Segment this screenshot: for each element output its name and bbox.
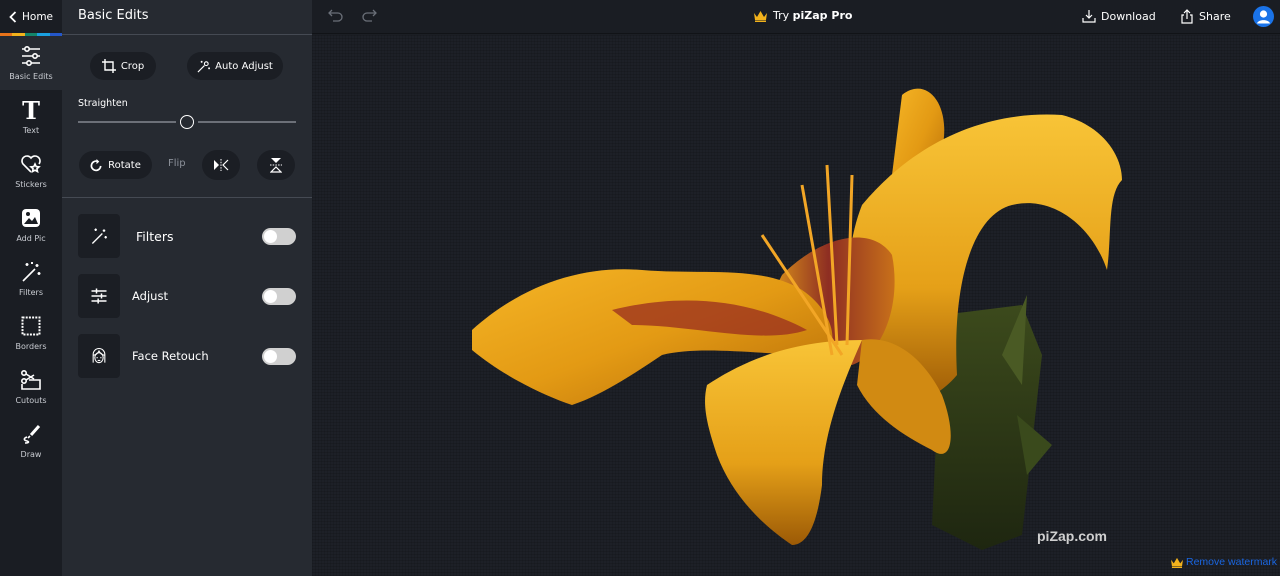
straighten-label: Straighten (78, 98, 128, 109)
tool-row-adjust: Adjust (78, 274, 296, 318)
pizap-editor: Home Basic Edits T Text Stickers Add Pic… (0, 0, 1280, 576)
rotate-label: Rotate (108, 159, 141, 171)
download-label: Download (1101, 9, 1156, 23)
divider (62, 197, 312, 198)
divider (62, 34, 312, 35)
scissors-icon (20, 369, 41, 390)
rail-item-borders[interactable]: Borders (0, 306, 62, 360)
remove-watermark-link[interactable]: Remove watermark (1170, 556, 1277, 568)
flip-vertical-icon (270, 158, 282, 173)
rail-item-add-pic[interactable]: Add Pic (0, 198, 62, 252)
tool-label: Filters (136, 228, 174, 244)
svg-text:T: T (22, 98, 40, 122)
rail-label: Text (22, 126, 40, 135)
download-button[interactable]: Download (1082, 9, 1156, 23)
crop-icon (101, 59, 116, 73)
face-retouch-tool-icon-box[interactable] (78, 334, 120, 378)
left-rail: Home Basic Edits T Text Stickers Add Pic… (0, 0, 63, 576)
auto-adjust-label: Auto Adjust (215, 60, 273, 72)
tool-label: Adjust (132, 289, 168, 303)
try-prefix: Try (773, 9, 793, 22)
user-icon (1257, 10, 1270, 24)
flip-label: Flip (168, 158, 186, 169)
share-icon (1181, 9, 1193, 24)
straighten-track-left[interactable] (78, 121, 176, 123)
crop-button[interactable]: Crop (90, 52, 156, 80)
rotate-button[interactable]: Rotate (79, 151, 152, 179)
try-brand: piZap Pro (792, 9, 853, 22)
rail-item-cutouts[interactable]: Cutouts (0, 360, 62, 414)
auto-adjust-button[interactable]: Auto Adjust (187, 52, 283, 80)
sliders-icon (22, 45, 40, 66)
rail-label: Filters (19, 288, 43, 297)
rail-label: Draw (20, 450, 42, 459)
border-frame-icon (21, 316, 41, 336)
rail-item-draw[interactable]: Draw (0, 414, 62, 468)
share-button[interactable]: Share (1180, 9, 1231, 24)
redo-icon (362, 9, 377, 22)
rail-label: Basic Edits (9, 72, 53, 81)
try-pro-button[interactable]: Try piZap Pro (753, 9, 852, 22)
flip-horizontal-button[interactable] (202, 150, 240, 180)
panel-title: Basic Edits (78, 8, 149, 23)
sliders-icon (91, 288, 107, 304)
home-label: Home (22, 11, 54, 23)
crop-label: Crop (120, 60, 145, 72)
tool-label: Face Retouch (132, 349, 209, 363)
top-bar: Try piZap Pro Download Share (312, 0, 1280, 34)
chevron-left-icon (9, 11, 17, 23)
redo-button[interactable] (361, 8, 377, 27)
rail-label: Cutouts (15, 396, 47, 405)
straighten-slider-thumb[interactable] (180, 115, 194, 129)
rail-item-text[interactable]: T Text (0, 90, 62, 144)
magic-wand-icon (197, 60, 211, 72)
rail-label: Stickers (15, 180, 47, 189)
face-retouch-toggle[interactable] (262, 347, 296, 365)
filters-tool-icon-box[interactable] (78, 214, 120, 258)
magic-wand-icon (22, 262, 41, 282)
face-icon (92, 347, 106, 364)
magic-wand-icon (91, 228, 107, 244)
adjust-tool-icon-box[interactable] (78, 274, 120, 318)
crown-icon (1171, 557, 1183, 568)
text-icon: T (22, 98, 40, 122)
rail-item-filters[interactable]: Filters (0, 252, 62, 306)
straighten-track-right[interactable] (198, 121, 296, 123)
rotate-icon (90, 158, 102, 171)
rail-item-basic-edits[interactable]: Basic Edits (0, 36, 62, 90)
undo-icon (328, 9, 343, 22)
flip-horizontal-icon (214, 159, 229, 171)
flower-photo[interactable] (462, 55, 1142, 575)
tool-row-filters: Filters (78, 214, 296, 258)
remove-watermark-label: Remove watermark (1186, 556, 1278, 568)
user-avatar[interactable] (1253, 6, 1274, 27)
editor-canvas[interactable]: piZap.com Remove watermark (312, 35, 1280, 576)
watermark-text: piZap.com (1037, 528, 1108, 544)
rail-item-stickers[interactable]: Stickers (0, 144, 62, 198)
adjust-toggle[interactable] (262, 287, 296, 305)
image-icon (22, 209, 40, 227)
filters-toggle[interactable] (262, 227, 296, 245)
undo-button[interactable] (328, 8, 344, 27)
heart-star-icon (21, 155, 41, 174)
rail-label: Borders (15, 342, 47, 351)
flip-vertical-button[interactable] (257, 150, 295, 180)
crown-icon (754, 10, 767, 22)
tool-row-face-retouch: Face Retouch (78, 334, 296, 378)
download-icon (1082, 10, 1096, 23)
share-label: Share (1199, 10, 1231, 23)
home-button[interactable]: Home (0, 0, 62, 34)
basic-edits-panel: Basic Edits Crop Auto Adjust Straighten … (62, 0, 312, 576)
rail-label: Add Pic (16, 234, 46, 243)
brush-icon (23, 425, 41, 444)
